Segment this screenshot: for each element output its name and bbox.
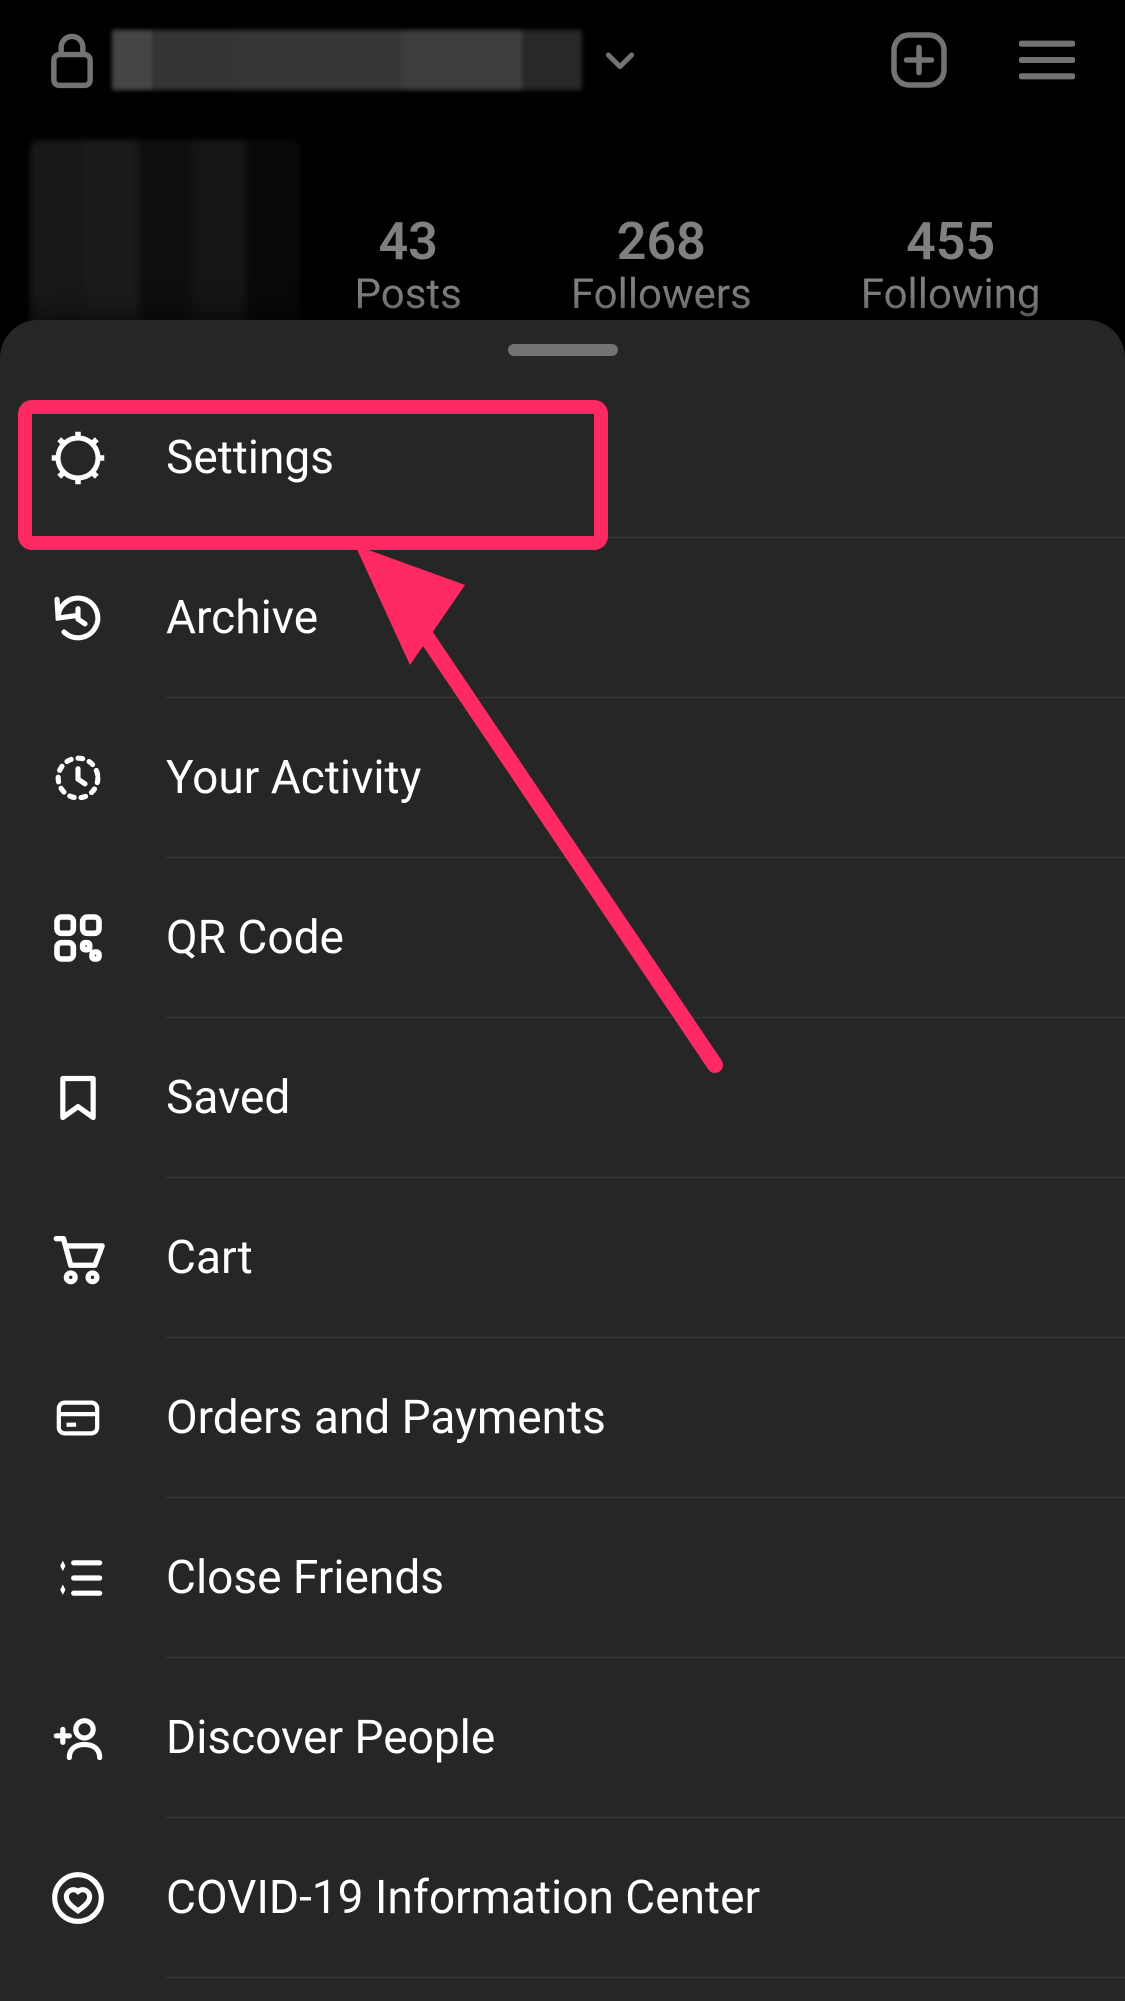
gear-icon [46, 426, 110, 490]
menu-item-label: Discover People [166, 1711, 495, 1765]
cart-icon [46, 1226, 110, 1290]
archive-icon [46, 586, 110, 650]
activity-icon [46, 746, 110, 810]
username-redacted [112, 30, 582, 90]
followers-label: Followers [571, 270, 752, 319]
menu-item-cart[interactable]: Cart [46, 1178, 1125, 1338]
lock-icon [50, 31, 94, 89]
menu-item-label: Orders and Payments [166, 1391, 606, 1445]
menu-item-close-friends[interactable]: Close Friends [46, 1498, 1125, 1658]
following-label: Following [861, 270, 1041, 319]
chevron-down-icon[interactable] [600, 40, 640, 80]
menu-item-settings[interactable]: Settings [46, 378, 1125, 538]
bookmark-icon [46, 1066, 110, 1130]
card-icon [46, 1386, 110, 1450]
menu-item-label: COVID-19 Information Center [166, 1871, 760, 1925]
posts-label: Posts [355, 270, 462, 319]
menu-item-label: Cart [166, 1231, 253, 1285]
menu-item-discover-people[interactable]: Discover People [46, 1658, 1125, 1818]
menu-item-label: Close Friends [166, 1551, 444, 1605]
username-block[interactable] [50, 30, 640, 90]
menu-item-label: Settings [166, 431, 334, 485]
menu-item-covid-info[interactable]: COVID-19 Information Center [46, 1818, 1125, 1978]
sheet-grabber[interactable] [508, 344, 618, 356]
profile-header [0, 0, 1125, 110]
posts-count: 43 [378, 211, 437, 272]
menu-bottom-sheet: Settings Archive Your Act [0, 320, 1125, 2001]
menu-item-label: Saved [166, 1071, 290, 1125]
stat-posts[interactable]: 43 Posts [355, 211, 462, 319]
discover-people-icon [46, 1706, 110, 1770]
following-count: 455 [906, 211, 995, 272]
menu-item-label: Archive [166, 591, 318, 645]
menu-item-activity[interactable]: Your Activity [46, 698, 1125, 858]
stat-followers[interactable]: 268 Followers [571, 211, 752, 319]
menu-item-saved[interactable]: Saved [46, 1018, 1125, 1178]
menu-item-label: Your Activity [166, 751, 421, 805]
hamburger-menu-icon[interactable] [1019, 38, 1075, 82]
menu-list: Settings Archive Your Act [0, 378, 1125, 1978]
close-friends-icon [46, 1546, 110, 1610]
menu-item-orders[interactable]: Orders and Payments [46, 1338, 1125, 1498]
qrcode-icon [46, 906, 110, 970]
covid-info-icon [46, 1866, 110, 1930]
new-post-icon[interactable] [889, 30, 949, 90]
profile-stats: 43 Posts 268 Followers 455 Following [300, 211, 1095, 319]
menu-item-archive[interactable]: Archive [46, 538, 1125, 698]
menu-item-qrcode[interactable]: QR Code [46, 858, 1125, 1018]
stat-following[interactable]: 455 Following [861, 211, 1041, 319]
followers-count: 268 [617, 211, 706, 272]
menu-item-label: QR Code [166, 911, 344, 965]
